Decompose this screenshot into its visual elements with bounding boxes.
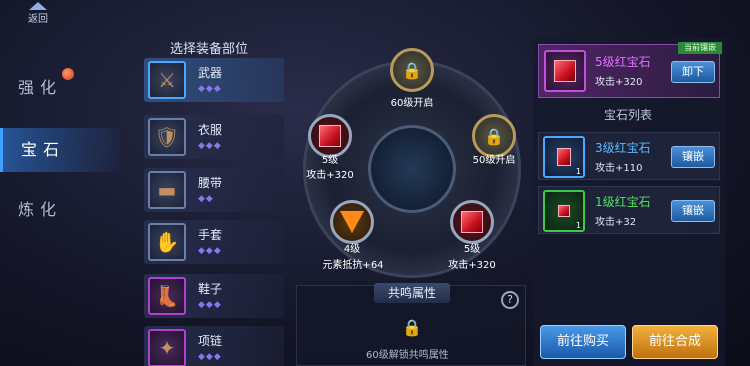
resonance-locked-text: 60级解锁共鸣属性 xyxy=(366,350,449,361)
notification-dot-icon xyxy=(62,68,74,80)
equip-panel-title: 选择装备部位 xyxy=(170,42,249,57)
equip-name: 手套 xyxy=(198,228,223,242)
red-gem-icon xyxy=(461,211,483,233)
equip-item-weapon[interactable]: ⚔ 武器 ◆◆◆ xyxy=(144,58,284,102)
armor-icon: 🛡 xyxy=(148,118,186,156)
current-gem-slot xyxy=(544,50,586,92)
equip-item-clothes[interactable]: 🛡 衣服 ◆◆◆ xyxy=(144,115,284,159)
gem-slot: 1 xyxy=(543,136,585,178)
equip-item-necklace[interactable]: ✦ 项链 ◆◆◆ xyxy=(144,326,284,366)
resonance-title: 共鸣属性 xyxy=(374,283,450,303)
gem-list-item: 1 3级红宝石 攻击+110 镶嵌 xyxy=(538,132,720,180)
red-gem-icon xyxy=(558,205,570,217)
lock-icon: 🔒 xyxy=(402,318,422,337)
equip-item-gloves[interactable]: ✋ 手套 ◆◆◆ xyxy=(144,220,284,264)
back-arrow-icon xyxy=(29,2,47,10)
gem-slot-indicators: ◆◆◆ xyxy=(198,246,222,256)
tab-refine[interactable]: 炼化 xyxy=(0,188,120,232)
equip-name: 腰带 xyxy=(198,176,223,190)
weapon-icon: ⚔ xyxy=(148,61,186,99)
go-craft-button[interactable]: 前往合成 xyxy=(632,325,718,359)
inlay-button[interactable]: 镶嵌 xyxy=(671,200,715,222)
help-icon[interactable]: ? xyxy=(501,291,519,309)
socket-top-locked[interactable]: 🔒 xyxy=(390,48,434,92)
gem-slot-indicators: ◆◆◆ xyxy=(198,352,222,362)
current-gem-attr: 攻击+320 xyxy=(595,77,643,88)
socket-bottom-right-attr: 攻击+320 xyxy=(448,260,496,271)
equip-name: 武器 xyxy=(198,66,223,80)
socket-bottom-right[interactable] xyxy=(450,200,494,244)
socket-top-label: 60级开启 xyxy=(390,98,434,109)
orange-gem-icon xyxy=(340,211,364,233)
socket-bottom-left[interactable] xyxy=(330,200,374,244)
gem-attr: 攻击+32 xyxy=(595,217,637,228)
socket-right-label: 50级开启 xyxy=(472,155,516,166)
gem-slot: 1 xyxy=(543,190,585,232)
socket-left-level: 5级 xyxy=(321,155,339,166)
tab-enhance[interactable]: 强化 xyxy=(0,66,120,110)
current-inlaid-badge: 当前镶嵌 xyxy=(678,42,722,54)
equip-name: 衣服 xyxy=(198,123,223,137)
gem-name: 3级红宝石 xyxy=(595,141,651,155)
gem-count: 1 xyxy=(575,167,581,176)
back-button[interactable]: 返回 xyxy=(18,0,58,28)
belt-icon: ▬ xyxy=(148,171,186,209)
dial-center-emblem xyxy=(368,125,456,213)
red-gem-icon xyxy=(554,60,576,82)
lock-icon: 🔒 xyxy=(402,60,422,80)
gem-attr: 攻击+110 xyxy=(595,163,643,174)
boots-icon: 👢 xyxy=(148,277,186,315)
equip-item-belt[interactable]: ▬ 腰带 ◆◆ xyxy=(144,168,284,212)
red-gem-icon xyxy=(557,148,571,166)
gem-count: 1 xyxy=(575,221,581,230)
unequip-button[interactable]: 卸下 xyxy=(671,61,715,83)
gem-slot-indicators: ◆◆◆ xyxy=(198,141,222,151)
socket-left-attr: 攻击+320 xyxy=(306,170,354,181)
gem-slot-indicators: ◆◆◆ xyxy=(198,300,222,310)
socket-bottom-left-level: 4级 xyxy=(343,244,361,255)
equip-name: 项链 xyxy=(198,334,223,348)
gem-slot-indicators: ◆◆◆ xyxy=(198,84,222,94)
gem-list-title: 宝石列表 xyxy=(604,108,653,122)
necklace-icon: ✦ xyxy=(148,329,186,366)
gem-list-item: 1 1级红宝石 攻击+32 镶嵌 xyxy=(538,186,720,234)
socket-bottom-right-level: 5级 xyxy=(463,244,481,255)
equip-name: 鞋子 xyxy=(198,282,223,296)
red-gem-icon xyxy=(319,125,341,147)
gem-slot-indicators: ◆◆ xyxy=(198,194,214,204)
gem-name: 1级红宝石 xyxy=(595,195,651,209)
socket-bottom-left-attr: 元素抵抗+64 xyxy=(322,260,384,271)
gloves-icon: ✋ xyxy=(148,223,186,261)
back-label: 返回 xyxy=(28,14,48,25)
go-buy-button[interactable]: 前往购买 xyxy=(540,325,626,359)
inlay-button[interactable]: 镶嵌 xyxy=(671,146,715,168)
current-gem-name: 5级红宝石 xyxy=(595,55,651,69)
tab-gem[interactable]: 宝石 xyxy=(0,128,120,172)
lock-icon: 🔒 xyxy=(484,126,504,146)
equip-item-shoes[interactable]: 👢 鞋子 ◆◆◆ xyxy=(144,274,284,318)
